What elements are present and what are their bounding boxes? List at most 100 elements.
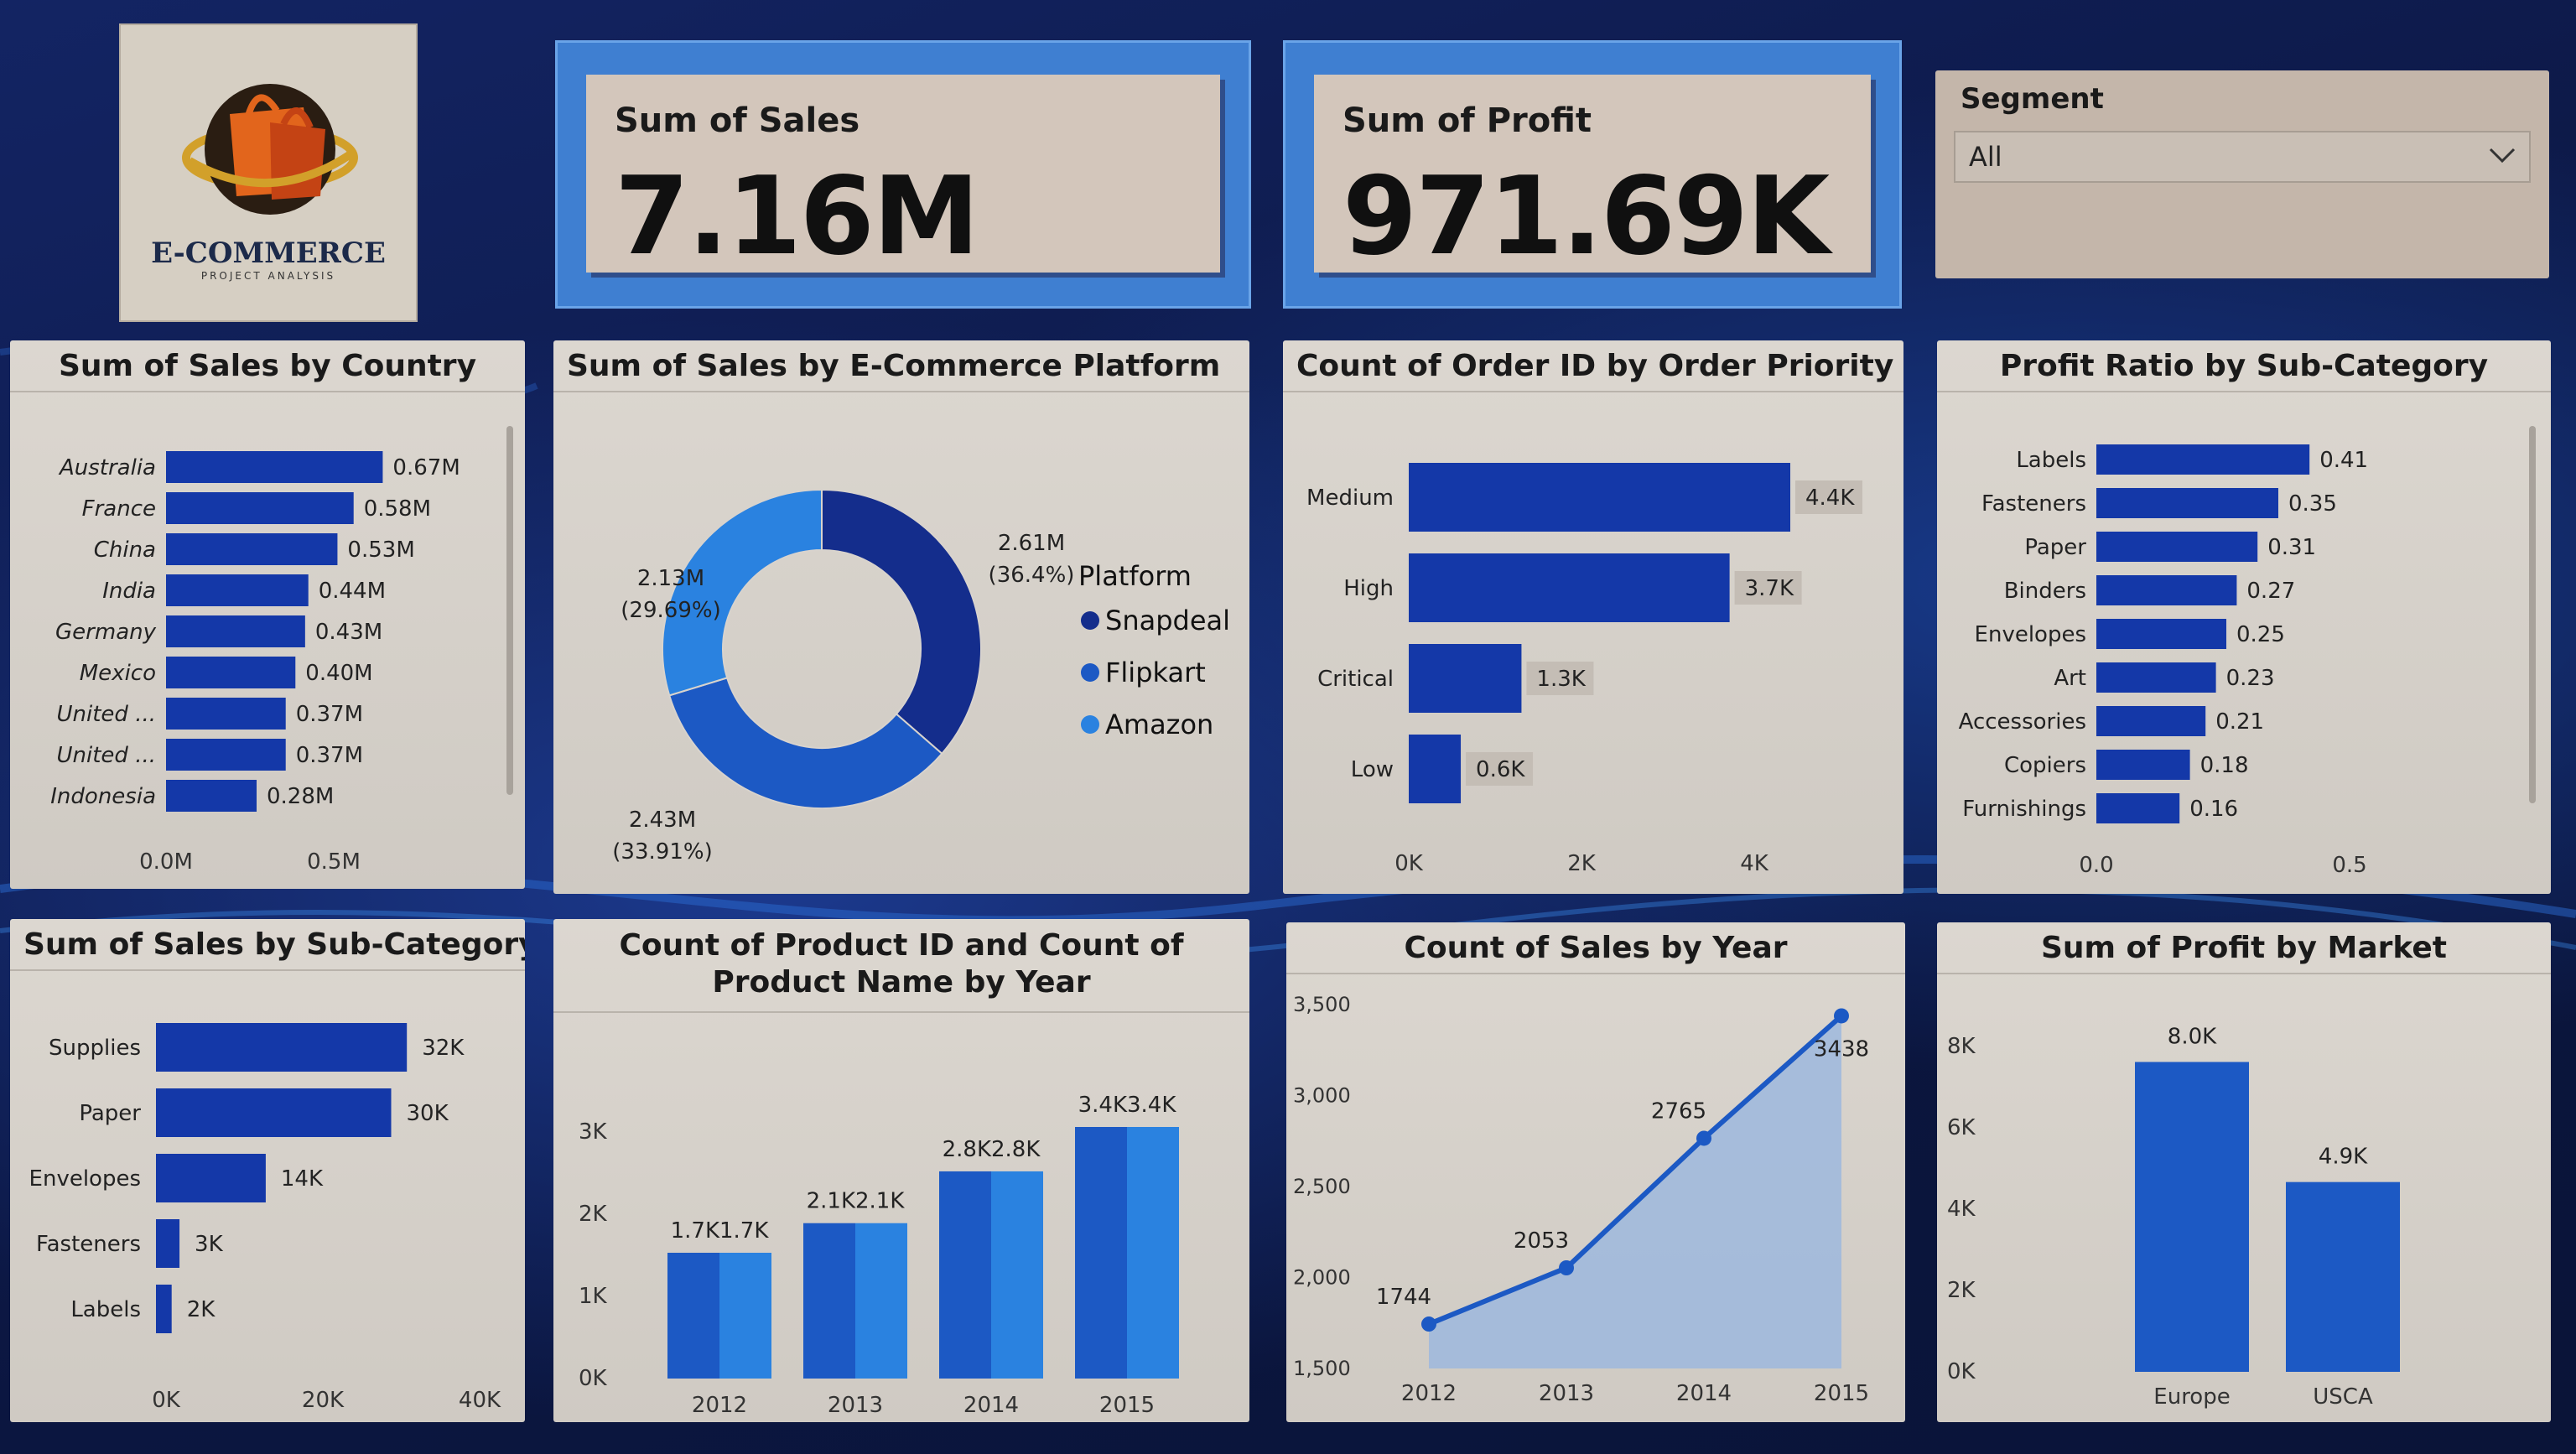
x-tick-label: 2012 bbox=[692, 1393, 747, 1418]
data-point bbox=[1696, 1130, 1711, 1146]
data-label: 0.28M bbox=[267, 784, 334, 809]
chart-product-counts-by-year: Count of Product ID and Count of Product… bbox=[553, 919, 1249, 1422]
chart-sales-by-country-svg: Australia 0.67M France 0.58M China 0.53M India… bbox=[50, 426, 513, 875]
x-tick-label: 2015 bbox=[1814, 1381, 1869, 1406]
chart-orders-by-priority-svg: Medium 4.4K High 3.7K Critical 1.3K Low 0.6K 0K 2… bbox=[1306, 463, 1862, 876]
y-tick-label: 2,500 bbox=[1293, 1175, 1351, 1198]
y-tick-label: 2K bbox=[1947, 1278, 1976, 1303]
bar bbox=[2096, 488, 2278, 518]
bar bbox=[166, 698, 286, 730]
x-tick-label: USCA bbox=[2313, 1384, 2373, 1410]
bar bbox=[2096, 793, 2180, 823]
data-label: 0.37M bbox=[296, 743, 363, 768]
bar bbox=[2096, 750, 2190, 780]
x-tick-label: 0.0M bbox=[139, 849, 193, 875]
x-tick-label: 0.5M bbox=[307, 849, 361, 875]
chart-title: Sum of Profit by Market bbox=[1937, 922, 2551, 974]
data-label: 3.7K bbox=[1745, 576, 1794, 601]
bar bbox=[991, 1171, 1043, 1379]
bar bbox=[2096, 444, 2310, 475]
category-label: France bbox=[82, 496, 156, 522]
chart-profit-by-market: Sum of Profit by Market 0K 2K 4K 6K 8K 8.0K Eu… bbox=[1937, 922, 2551, 1422]
data-label: 0.67M bbox=[392, 455, 460, 480]
scrollbar bbox=[2529, 426, 2536, 803]
bar bbox=[166, 533, 338, 565]
legend-marker bbox=[1081, 611, 1099, 630]
kpi-card-profit[interactable]: Sum of Profit 971.69K bbox=[1283, 40, 1902, 309]
x-tick-label: 20K bbox=[302, 1388, 345, 1413]
bar bbox=[855, 1223, 907, 1379]
chart-orders-by-priority: Count of Order ID by Order Priority Medi… bbox=[1283, 340, 1903, 894]
chart-title: Sum of Sales by Sub-Category bbox=[10, 919, 525, 971]
data-label: 1.7K1.7K bbox=[671, 1218, 770, 1244]
bar bbox=[166, 615, 305, 647]
category-label: Envelopes bbox=[29, 1166, 141, 1192]
category-label: Labels bbox=[2016, 448, 2086, 473]
bar bbox=[166, 780, 257, 812]
legend-label: Flipkart bbox=[1105, 657, 1206, 688]
category-label: Fasteners bbox=[36, 1232, 141, 1257]
bar bbox=[156, 1154, 266, 1202]
data-label: 0.44M bbox=[319, 579, 386, 604]
bar bbox=[166, 492, 354, 524]
slice-percent-label: (33.91%) bbox=[612, 839, 712, 865]
bar bbox=[156, 1219, 180, 1268]
slice-value-label: 2.61M bbox=[998, 531, 1065, 556]
logo: E-COMMERCE PROJECT ANALYSIS bbox=[119, 23, 418, 322]
category-label: China bbox=[94, 537, 156, 563]
bar bbox=[156, 1088, 392, 1137]
bar bbox=[2135, 1062, 2249, 1372]
category-label: Indonesia bbox=[50, 784, 156, 809]
x-tick-label: 2K bbox=[1567, 851, 1597, 876]
segment-value: All bbox=[1969, 141, 2002, 173]
bar bbox=[2096, 532, 2258, 562]
legend-marker bbox=[1081, 663, 1099, 682]
category-label: Low bbox=[1351, 757, 1394, 782]
data-label: 0.35 bbox=[2288, 491, 2337, 517]
shopping-bag-globe-icon bbox=[182, 84, 358, 215]
chart-sales-by-platform: Sum of Sales by E-Commerce Platform 2.61… bbox=[553, 340, 1249, 894]
data-label: 3.4K3.4K bbox=[1078, 1093, 1177, 1118]
chart-product-counts-svg: 0K 1K 2K 3K 1.7K1.7K 2012 2.1K2.1K 2013 2.8K2.8K… bbox=[579, 1093, 1179, 1418]
y-tick-label: 0K bbox=[1947, 1359, 1976, 1384]
bar bbox=[803, 1223, 855, 1379]
data-label: 0.23 bbox=[2226, 666, 2275, 691]
segment-dropdown[interactable]: All bbox=[1954, 131, 2531, 183]
x-tick-label: 0K bbox=[152, 1388, 181, 1413]
bar bbox=[1409, 463, 1790, 532]
pie-slice bbox=[662, 488, 823, 697]
data-label: 8.0K bbox=[2168, 1024, 2217, 1049]
chevron-down-icon[interactable] bbox=[2485, 138, 2519, 171]
kpi-profit-value: 971.69K bbox=[1343, 154, 1830, 279]
legend-title: Platform bbox=[1078, 560, 1192, 592]
data-label: 2.8K2.8K bbox=[943, 1137, 1041, 1162]
data-label: 0.21 bbox=[2215, 709, 2264, 735]
x-tick-label: 0.5 bbox=[2332, 853, 2366, 878]
slice-percent-label: (29.69%) bbox=[621, 598, 720, 623]
data-label: 4.4K bbox=[1805, 486, 1855, 511]
x-tick-label: 2013 bbox=[828, 1393, 883, 1418]
bar bbox=[1409, 644, 1522, 713]
logo-tagline: PROJECT ANALYSIS bbox=[200, 270, 336, 282]
category-label: Art bbox=[2054, 666, 2086, 691]
bar bbox=[2096, 662, 2216, 693]
slice-percent-label: (36.4%) bbox=[989, 563, 1075, 588]
chart-title: Profit Ratio by Sub-Category bbox=[1937, 340, 2551, 392]
bar bbox=[166, 574, 309, 606]
category-label: Fasteners bbox=[1981, 491, 2086, 517]
data-label: 0.18 bbox=[2200, 753, 2249, 778]
x-tick-label: 2014 bbox=[963, 1393, 1019, 1418]
x-tick-label: Europe bbox=[2153, 1384, 2230, 1410]
kpi-profit-label: Sum of Profit bbox=[1343, 101, 1592, 140]
chart-sales-count-svg: 1,500 2,000 2,500 3,000 3,500 1744 2012 2053 201… bbox=[1293, 993, 1869, 1406]
chart-title: Sum of Sales by E-Commerce Platform bbox=[553, 340, 1249, 392]
segment-slicer: Segment All bbox=[1935, 70, 2549, 278]
kpi-card-sales[interactable]: Sum of Sales 7.16M bbox=[555, 40, 1251, 309]
category-label: United ... bbox=[57, 702, 157, 727]
data-label: 14K bbox=[281, 1166, 324, 1192]
chart-sales-by-subcategory: Sum of Sales by Sub-Category Supplies 32K… bbox=[10, 919, 525, 1422]
kpi-sales-value: 7.16M bbox=[615, 154, 979, 279]
data-label: 2765 bbox=[1651, 1098, 1706, 1124]
y-tick-label: 1,500 bbox=[1293, 1357, 1351, 1380]
data-label: 30K bbox=[407, 1101, 449, 1126]
